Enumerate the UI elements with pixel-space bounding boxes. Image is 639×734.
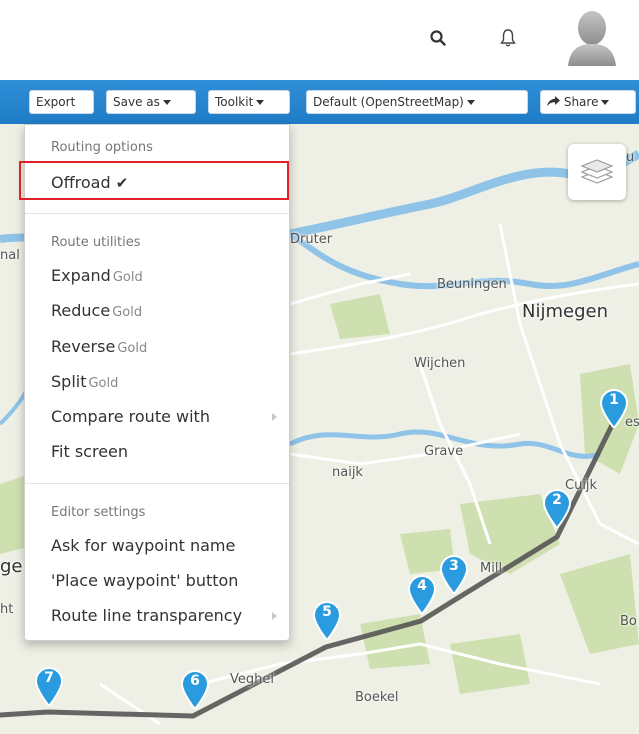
waypoint-marker-6[interactable]: 6 (180, 669, 210, 711)
toolkit-label: Toolkit (215, 95, 254, 109)
ask-waypoint-label: Ask for waypoint name (51, 536, 236, 555)
toolkit-button[interactable]: Toolkit (208, 90, 290, 114)
route-utilities-header: Route utilities (51, 235, 141, 250)
place-label-fragment: nal (0, 248, 20, 263)
map-layer-label: Default (OpenStreetMap) (313, 95, 464, 109)
share-button[interactable]: Share (540, 90, 636, 114)
menu-item-compare-route[interactable]: Compare route with (51, 406, 287, 428)
waypoint-marker-1[interactable]: 1 (599, 388, 629, 430)
place-label-grave: Grave (424, 444, 464, 459)
waypoint-number: 4 (417, 578, 427, 594)
save-as-label: Save as (113, 95, 160, 109)
fit-screen-label: Fit screen (51, 442, 129, 461)
place-label-boekel: Boekel (355, 690, 399, 705)
expand-label: Expand (51, 266, 111, 285)
split-label: Split (51, 372, 87, 391)
place-label-nijmegen: Nijmegen (522, 301, 608, 322)
layers-icon (580, 159, 614, 184)
place-label-fragment: Bo (620, 614, 637, 629)
place-label-wijchen: Wijchen (414, 356, 466, 371)
compare-route-label: Compare route with (51, 407, 210, 426)
chevron-right-icon (272, 413, 277, 421)
gold-badge: Gold (117, 341, 148, 356)
chevron-down-icon (256, 100, 265, 105)
menu-item-reverse[interactable]: Reverse Gold (51, 336, 287, 360)
waypoint-number: 6 (190, 673, 200, 689)
menu-item-ask-waypoint-name[interactable]: Ask for waypoint name (51, 535, 287, 557)
place-label-mill: Mill (480, 561, 503, 576)
gold-badge: Gold (112, 270, 143, 285)
user-avatar-icon[interactable] (566, 8, 618, 66)
menu-divider (25, 483, 289, 484)
gold-badge: Gold (112, 305, 143, 320)
place-label-beuningen: Beuningen (437, 277, 507, 292)
editor-settings-header: Editor settings (51, 505, 146, 520)
menu-item-split[interactable]: Split Gold (51, 371, 287, 395)
place-waypoint-label: 'Place waypoint' button (51, 571, 239, 590)
menu-item-expand[interactable]: Expand Gold (51, 265, 287, 289)
place-label-fragment: ge (0, 556, 23, 577)
waypoint-marker-5[interactable]: 5 (312, 600, 342, 642)
place-label-naijk: naijk (332, 465, 363, 480)
waypoint-marker-2[interactable]: 2 (542, 488, 572, 530)
waypoint-marker-7[interactable]: 7 (34, 666, 64, 708)
search-icon[interactable] (427, 27, 449, 49)
share-label: Share (563, 95, 599, 109)
waypoint-marker-3[interactable]: 3 (439, 554, 469, 596)
place-label-druter: Druter (290, 232, 333, 247)
save-as-button[interactable]: Save as (106, 90, 196, 114)
menu-item-reduce[interactable]: Reduce Gold (51, 300, 287, 324)
export-label: Export (36, 95, 76, 109)
layers-button[interactable] (568, 144, 626, 200)
transparency-label: Route line transparency (51, 606, 243, 625)
waypoint-number: 5 (322, 604, 332, 620)
map-layer-select[interactable]: Default (OpenStreetMap) (306, 90, 528, 114)
place-label-fragment: u (626, 150, 635, 165)
menu-item-place-waypoint-button[interactable]: 'Place waypoint' button (51, 570, 287, 592)
share-arrow-icon (547, 96, 560, 107)
chevron-right-icon (272, 612, 277, 620)
toolkit-dropdown-menu: Routing options Offroad ✔ Route utilitie… (24, 124, 290, 641)
waypoint-number: 1 (609, 392, 619, 408)
gold-badge: Gold (88, 376, 119, 391)
place-label-veghel: Veghel (230, 672, 274, 687)
top-bar (0, 0, 639, 80)
waypoint-number: 2 (552, 492, 562, 508)
routing-options-header: Routing options (51, 140, 153, 155)
reduce-label: Reduce (51, 301, 111, 320)
waypoint-marker-4[interactable]: 4 (407, 574, 437, 616)
waypoint-number: 3 (449, 558, 459, 574)
menu-item-fit-screen[interactable]: Fit screen (51, 441, 287, 463)
export-button[interactable]: Export (29, 90, 94, 114)
place-label-fragment: ht (0, 602, 14, 617)
chevron-down-icon (162, 100, 171, 105)
editor-toolbar: Export Save as Toolkit Default (OpenStre… (0, 80, 639, 124)
chevron-down-icon (601, 100, 610, 105)
bell-icon[interactable] (497, 27, 519, 49)
reverse-label: Reverse (51, 337, 116, 356)
waypoint-number: 7 (44, 670, 54, 686)
offroad-highlight-box (19, 161, 289, 200)
chevron-down-icon (466, 100, 475, 105)
menu-item-route-line-transparency[interactable]: Route line transparency (51, 605, 287, 627)
menu-divider (25, 213, 289, 214)
